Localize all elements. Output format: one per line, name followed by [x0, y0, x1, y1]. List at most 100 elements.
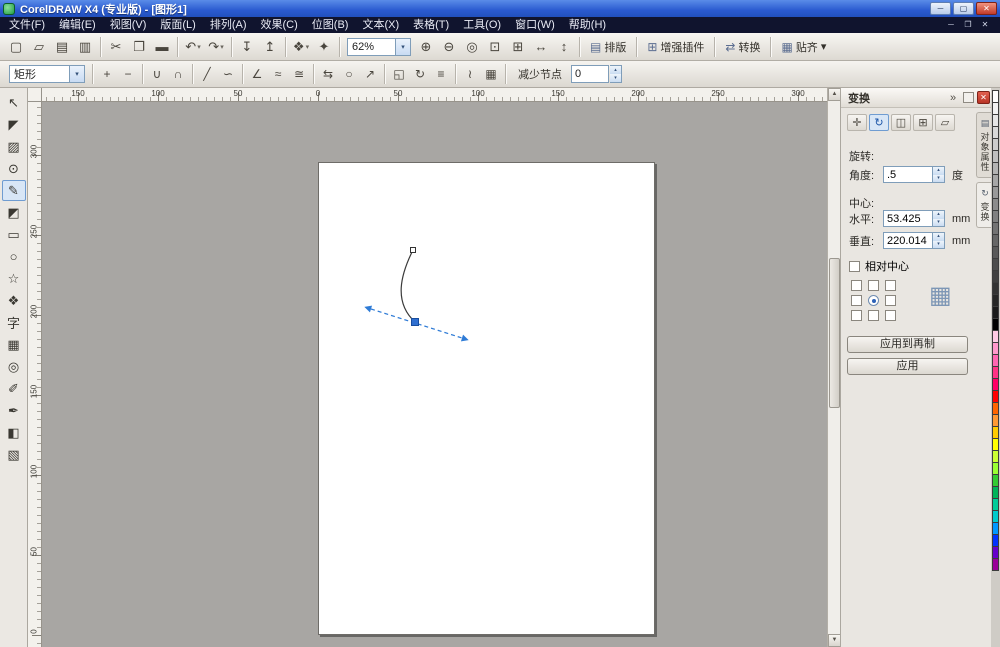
print-button[interactable]: ▥ — [74, 36, 96, 58]
reverse-direction-button[interactable]: ⇆ — [318, 64, 338, 84]
ellipse-tool[interactable]: ○ — [2, 246, 26, 267]
pick-tool[interactable]: ↖ — [2, 92, 26, 113]
add-node-button[interactable]: + — [97, 64, 117, 84]
zoom-level-combo[interactable]: 62% ▾ — [347, 38, 411, 56]
outline-tool[interactable]: ✒ — [2, 400, 26, 421]
zoom-to-selected-button[interactable]: ◎ — [461, 36, 483, 58]
spin-down-icon[interactable]: ▾ — [933, 175, 944, 183]
anchor-top-center[interactable] — [868, 280, 879, 291]
open-document-button[interactable]: ▱ — [28, 36, 50, 58]
horizontal-input[interactable] — [883, 210, 933, 227]
interactive-fill-tool[interactable]: ▧ — [2, 444, 26, 465]
break-curve-button[interactable]: ∩ — [168, 64, 188, 84]
snap-to-button[interactable]: ▦贴齐▾ — [775, 36, 832, 58]
handle-arrow-start-icon[interactable] — [363, 304, 372, 313]
curve-path[interactable] — [401, 250, 415, 322]
ruler-origin-button[interactable] — [28, 88, 42, 102]
crop-tool[interactable]: ▨ — [2, 136, 26, 157]
enhanced-plugins-button[interactable]: ⊞增强插件 — [641, 36, 710, 58]
welcome-screen-button[interactable]: ✦ — [313, 36, 335, 58]
copy-button[interactable]: ❐ — [128, 36, 150, 58]
spin-up-icon[interactable]: ▴ — [933, 167, 944, 175]
eyedropper-tool[interactable]: ✐ — [2, 378, 26, 399]
selected-node[interactable] — [412, 319, 419, 326]
menu-bitmaps[interactable]: 位图(B) — [305, 17, 356, 33]
layout-button[interactable]: ▤排版 — [584, 36, 632, 58]
zoom-tool[interactable]: ⊙ — [2, 158, 26, 179]
undo-button[interactable]: ↶▾ — [182, 36, 204, 58]
zoom-to-page-button[interactable]: ⊞ — [507, 36, 529, 58]
node-count-spinner[interactable]: ▴ ▾ — [610, 65, 622, 83]
menu-tools[interactable]: 工具(O) — [456, 17, 508, 33]
docker-close-icon[interactable]: ✕ — [977, 91, 990, 104]
delete-node-button[interactable]: − — [118, 64, 138, 84]
cusp-node-button[interactable]: ∠ — [247, 64, 267, 84]
minimize-button[interactable]: ─ — [930, 2, 951, 15]
save-document-button[interactable]: ▤ — [51, 36, 73, 58]
close-curve-button[interactable]: ○ — [339, 64, 359, 84]
apply-to-duplicate-button[interactable]: 应用到再制 — [847, 336, 968, 353]
spin-up-icon[interactable]: ▴ — [933, 211, 944, 219]
zoom-to-all-objects-button[interactable]: ⊡ — [484, 36, 506, 58]
maximize-button[interactable]: ▢ — [953, 2, 974, 15]
mdi-minimize-button[interactable]: ─ — [944, 18, 958, 32]
mdi-close-button[interactable]: ✕ — [978, 18, 992, 32]
docker-float-button[interactable] — [963, 92, 974, 103]
vertical-scrollbar[interactable]: ▲ ▼ — [827, 88, 840, 647]
vertical-spinner[interactable]: ▴ ▾ — [933, 232, 945, 249]
elastic-mode-button[interactable]: ≀ — [460, 64, 480, 84]
position-tab[interactable]: ✛ — [847, 114, 867, 131]
menu-edit[interactable]: 编辑(E) — [52, 17, 103, 33]
menu-file[interactable]: 文件(F) — [2, 17, 52, 33]
convert-to-line-button[interactable]: ╱ — [197, 64, 217, 84]
rotation-tab[interactable]: ↻ — [869, 114, 889, 131]
rectangle-tool[interactable]: ▭ — [2, 224, 26, 245]
freehand-tool[interactable]: ✎ — [2, 180, 26, 201]
angle-spinner[interactable]: ▴ ▾ — [933, 166, 945, 183]
interactive-blend-tool[interactable]: ◎ — [2, 356, 26, 377]
menu-effects[interactable]: 效果(C) — [254, 17, 305, 33]
curve-start-node[interactable] — [411, 248, 416, 253]
scale-mirror-tab[interactable]: ◫ — [891, 114, 911, 131]
menu-window[interactable]: 窗口(W) — [508, 17, 562, 33]
select-all-nodes-button[interactable]: ▦ — [481, 64, 501, 84]
spin-up-icon[interactable]: ▴ — [610, 66, 621, 74]
basic-shapes-tool[interactable]: ❖ — [2, 290, 26, 311]
shape-tool[interactable]: ◤ — [2, 114, 26, 135]
table-tool[interactable]: ▦ — [2, 334, 26, 355]
smart-fill-tool[interactable]: ◩ — [2, 202, 26, 223]
menu-help[interactable]: 帮助(H) — [562, 17, 613, 33]
zoom-to-page-height-button[interactable]: ↕ — [553, 36, 575, 58]
size-tab[interactable]: ⊞ — [913, 114, 933, 131]
relative-center-checkbox[interactable] — [849, 261, 860, 272]
convert-to-curve-button[interactable]: ∽ — [218, 64, 238, 84]
menu-table[interactable]: 表格(T) — [406, 17, 456, 33]
reduce-nodes-button[interactable]: 减少节点 — [510, 66, 570, 82]
anchor-middle-left[interactable] — [851, 295, 862, 306]
text-tool[interactable]: 字 — [2, 312, 26, 333]
vertical-ruler[interactable]: 300250200150100500 — [28, 102, 42, 647]
preset-combo-caret-icon[interactable]: ▾ — [69, 66, 84, 82]
mdi-restore-button[interactable]: ❐ — [961, 18, 975, 32]
smooth-node-button[interactable]: ≈ — [268, 64, 288, 84]
spin-up-icon[interactable]: ▴ — [933, 233, 944, 241]
palette-swatch[interactable] — [992, 558, 999, 571]
cut-button[interactable]: ✂ — [105, 36, 127, 58]
anchor-center[interactable] — [868, 295, 879, 306]
export-button[interactable]: ↥ — [259, 36, 281, 58]
polygon-tool[interactable]: ☆ — [2, 268, 26, 289]
align-nodes-button[interactable]: ≡ — [431, 64, 451, 84]
anchor-bottom-right[interactable] — [885, 310, 896, 321]
fill-tool[interactable]: ◧ — [2, 422, 26, 443]
scrollbar-thumb[interactable] — [829, 258, 840, 408]
paste-button[interactable]: ▬ — [151, 36, 173, 58]
menu-arrange[interactable]: 排列(A) — [203, 17, 254, 33]
close-button[interactable]: ✕ — [976, 2, 997, 15]
new-document-button[interactable]: ▢ — [5, 36, 27, 58]
join-two-nodes-button[interactable]: ∪ — [147, 64, 167, 84]
horizontal-ruler[interactable]: 15010050050100150200250300 — [42, 88, 827, 102]
docker-chevron-icon[interactable]: » — [946, 92, 960, 104]
spin-down-icon[interactable]: ▾ — [933, 241, 944, 249]
horizontal-spinner[interactable]: ▴ ▾ — [933, 210, 945, 227]
skew-tab[interactable]: ▱ — [935, 114, 955, 131]
